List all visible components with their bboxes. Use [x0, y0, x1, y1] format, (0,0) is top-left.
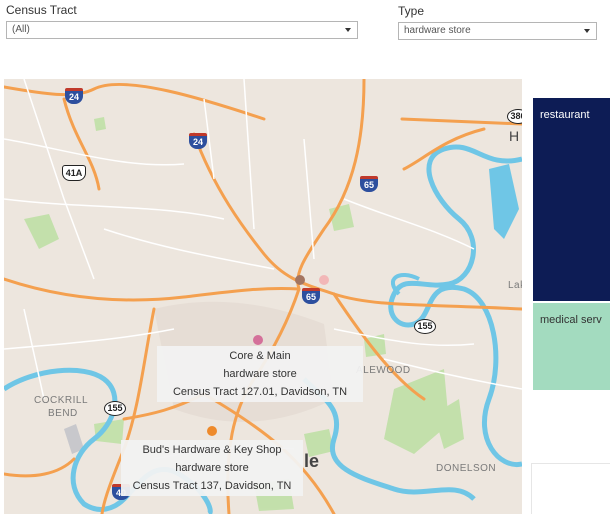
- census-tract-select[interactable]: (All): [6, 21, 358, 39]
- tooltip-type: hardware store: [175, 462, 249, 474]
- tooltip-name: Core & Main: [229, 350, 291, 362]
- interstate-24-shield: 24: [65, 88, 83, 104]
- place-label-donelson: DONELSON: [436, 463, 497, 474]
- place-label-bend: BEND: [48, 408, 78, 419]
- type-filter-label: Type: [398, 4, 425, 18]
- chevron-down-icon: [345, 28, 351, 32]
- chevron-down-icon: [584, 29, 590, 33]
- tooltip-tract: Census Tract 127.01, Davidson, TN: [172, 386, 348, 398]
- map-tooltip-buds-hardware: Bud's Hardware & Key Shop hardware store…: [121, 440, 303, 496]
- interstate-65-shield: 65: [302, 288, 320, 304]
- tooltip-tract: Census Tract 137, Davidson, TN: [132, 480, 292, 492]
- map-marker-buds-hardware[interactable]: [207, 426, 217, 436]
- place-label-h: H: [509, 128, 520, 144]
- state-route-155-shield: 155: [104, 401, 126, 416]
- type-select[interactable]: hardware store: [398, 22, 597, 40]
- type-select-value: hardware store: [404, 25, 471, 36]
- tooltip-name: Bud's Hardware & Key Shop: [142, 444, 282, 456]
- tooltip-type: hardware store: [223, 368, 297, 380]
- map-marker-brown[interactable]: [295, 275, 305, 285]
- census-tract-select-value: (All): [12, 24, 30, 35]
- map-view[interactable]: COCKRILL BEND ALEWOOD DONELSON le H Lak …: [4, 79, 522, 514]
- interstate-24-shield: 24: [189, 133, 207, 149]
- interstate-65-shield: 65: [360, 176, 378, 192]
- us-41a-shield: 41A: [62, 165, 86, 181]
- place-label-lak: Lak: [508, 280, 522, 291]
- place-label-city: le: [304, 451, 320, 471]
- legend-label-restaurant: restaurant: [540, 109, 590, 121]
- place-label-cockrill: COCKRILL: [34, 395, 89, 406]
- map-marker-core-and-main[interactable]: [253, 335, 263, 345]
- legend-empty-area: [531, 463, 610, 514]
- map-marker-pink[interactable]: [319, 275, 329, 285]
- legend-label-medical-services: medical serv: [540, 314, 602, 326]
- legend-item-restaurant[interactable]: restaurant: [533, 98, 610, 301]
- legend-item-medical-services[interactable]: medical serv: [533, 303, 610, 390]
- state-route-386-shield: 386: [507, 109, 522, 124]
- place-label-alewood: ALEWOOD: [356, 365, 411, 376]
- state-route-155-shield: 155: [414, 319, 436, 334]
- map-tooltip-core-and-main: Core & Main hardware store Census Tract …: [157, 346, 363, 402]
- census-tract-filter-label: Census Tract: [6, 3, 77, 17]
